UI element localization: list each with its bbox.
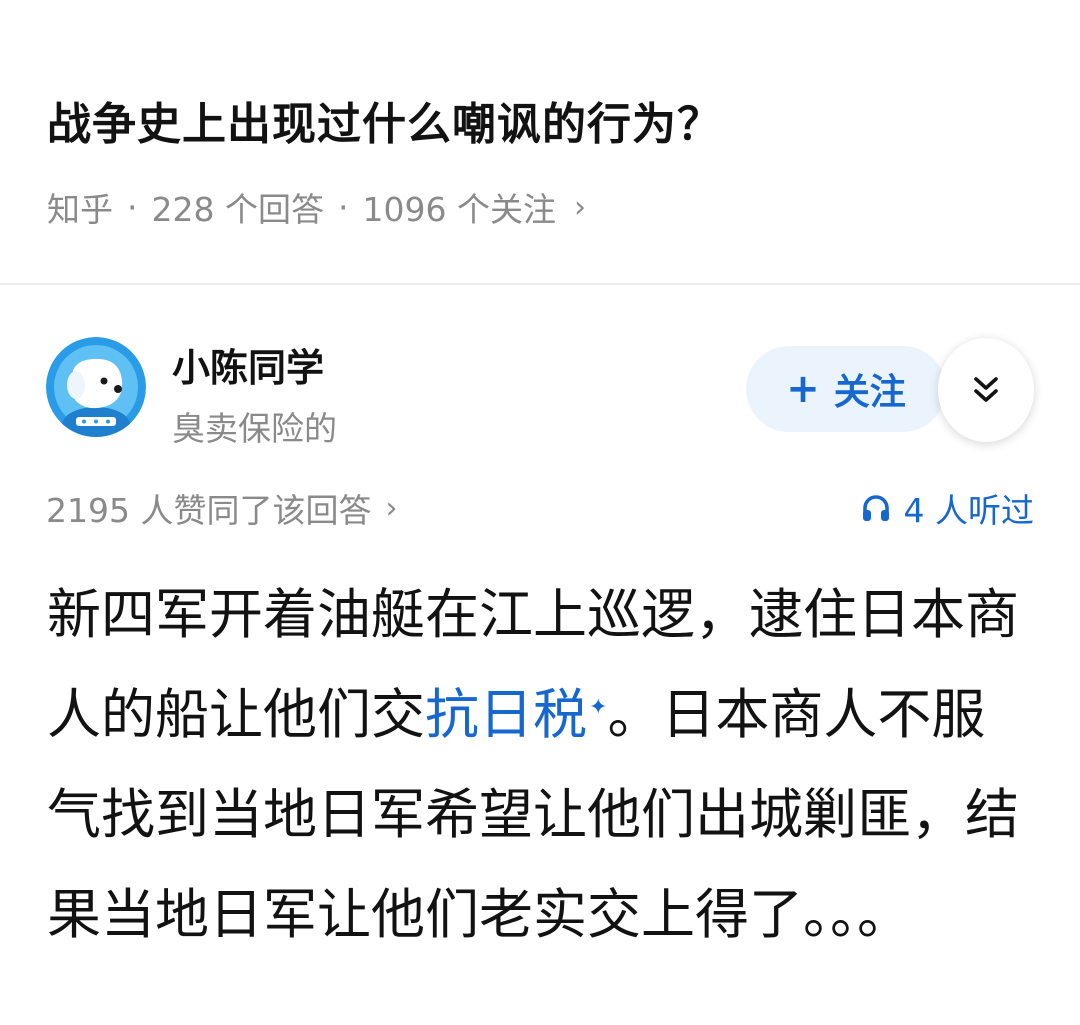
chevron-right-icon: › — [385, 490, 398, 526]
plus-icon: + — [786, 366, 820, 412]
follow-button[interactable]: + 关注 — [746, 346, 946, 432]
question-title[interactable]: 战争史上出现过什么嘲讽的行为？ — [47, 88, 722, 152]
meta-separator: · — [127, 187, 138, 227]
vote-count-link[interactable]: 2195 人赞同了该回答 › — [46, 484, 397, 532]
vote-count: 2195 人赞同了该回答 — [46, 491, 372, 530]
avatar-dog-icon — [46, 337, 146, 437]
answer-content: 新四军开着油艇在江上巡逻，逮住日本商人的船让他们交抗日税✦。日本商人不服气找到当… — [47, 565, 1037, 965]
keyword-link[interactable]: 抗日税✦ — [425, 683, 607, 746]
answer-count: 228 个回答 — [151, 190, 324, 229]
chevron-right-icon: › — [573, 189, 586, 225]
listen-count-button[interactable]: 4 人听过 — [860, 484, 1035, 532]
divider — [0, 283, 1080, 285]
keyword-link-text: 抗日税 — [425, 683, 587, 746]
double-chevron-down-icon — [974, 377, 998, 402]
author-bio: 臭卖保险的 — [172, 409, 337, 448]
sparkle-icon: ✦ — [589, 695, 608, 720]
avatar[interactable] — [46, 337, 146, 437]
listen-count: 4 人听过 — [903, 491, 1035, 530]
question-meta[interactable]: 知乎 · 228 个回答 · 1096 个关注 › — [47, 183, 586, 231]
follower-count: 1096 个关注 — [362, 190, 556, 229]
author-name[interactable]: 小陈同学 — [172, 337, 324, 392]
meta-separator: · — [337, 187, 349, 227]
headphones-icon — [862, 495, 889, 521]
follow-label: 关注 — [833, 372, 906, 413]
more-options-button[interactable] — [938, 338, 1034, 442]
zhihu-answer-page: 战争史上出现过什么嘲讽的行为？ 知乎 · 228 个回答 · 1096 个关注 … — [0, 0, 1080, 1025]
question-source: 知乎 — [47, 190, 113, 229]
